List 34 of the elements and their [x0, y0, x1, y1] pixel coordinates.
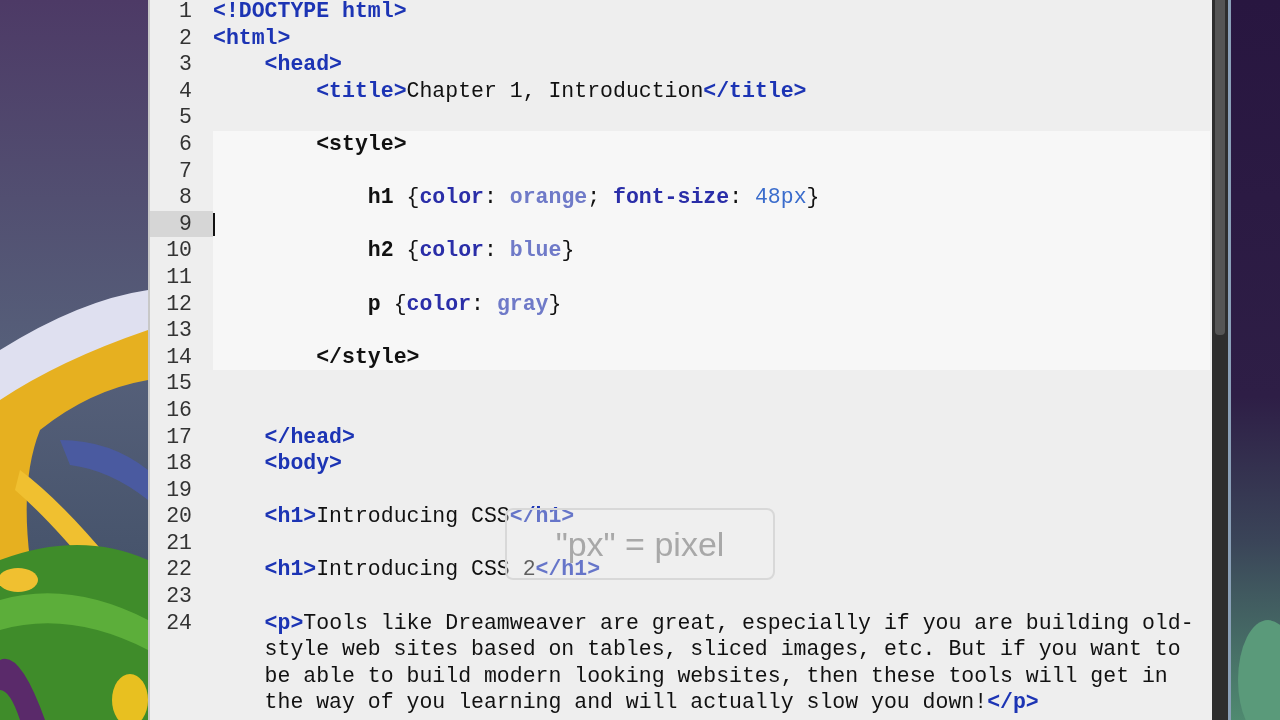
line-number: 19	[165, 476, 193, 504]
line-number: 4	[178, 77, 193, 105]
line-number: 6	[178, 130, 193, 158]
line-number: 23	[165, 583, 193, 610]
line-number: 5	[178, 104, 193, 131]
code-line: <html>	[213, 24, 292, 52]
code-line: <!DOCTYPE html>	[213, 0, 408, 25]
text-caret	[213, 212, 215, 236]
line-number: 16	[165, 396, 193, 424]
line-number: 20	[165, 503, 193, 530]
line-number: 12	[165, 290, 193, 318]
code-line: <body>	[263, 450, 344, 477]
line-number: 11	[165, 263, 193, 291]
line-number: 17	[165, 423, 193, 451]
code-line: <p>Tools like Dreamweaver are great, especially if you are building old-style web sites based on tables, sliced images, etc. But if you want to be able to build modern looking websites, then these tools will get in the way of you learning and will actually slow you down!</p>	[263, 609, 1195, 717]
line-number: 21	[165, 529, 193, 557]
line-number: 3	[178, 51, 193, 78]
scrollbar[interactable]	[1212, 0, 1228, 720]
line-number: 15	[165, 370, 193, 397]
line-number: 22	[165, 556, 193, 584]
line-number: 14	[165, 343, 193, 371]
code-line: <title>Chapter 1, Introduction</title>	[315, 77, 808, 105]
line-number: 13	[165, 317, 193, 344]
line-number: 8	[178, 184, 193, 211]
line-number: 9	[150, 210, 213, 238]
line-number: 24	[165, 609, 193, 637]
line-number: 18	[165, 450, 193, 477]
line-number: 1	[178, 0, 193, 25]
line-number: 2	[178, 24, 193, 52]
line-number: 7	[178, 157, 193, 185]
code-line: <head>	[263, 51, 344, 78]
code-line: </head>	[263, 423, 356, 451]
line-number: 10	[165, 237, 193, 264]
code-editor[interactable]	[148, 0, 1212, 720]
